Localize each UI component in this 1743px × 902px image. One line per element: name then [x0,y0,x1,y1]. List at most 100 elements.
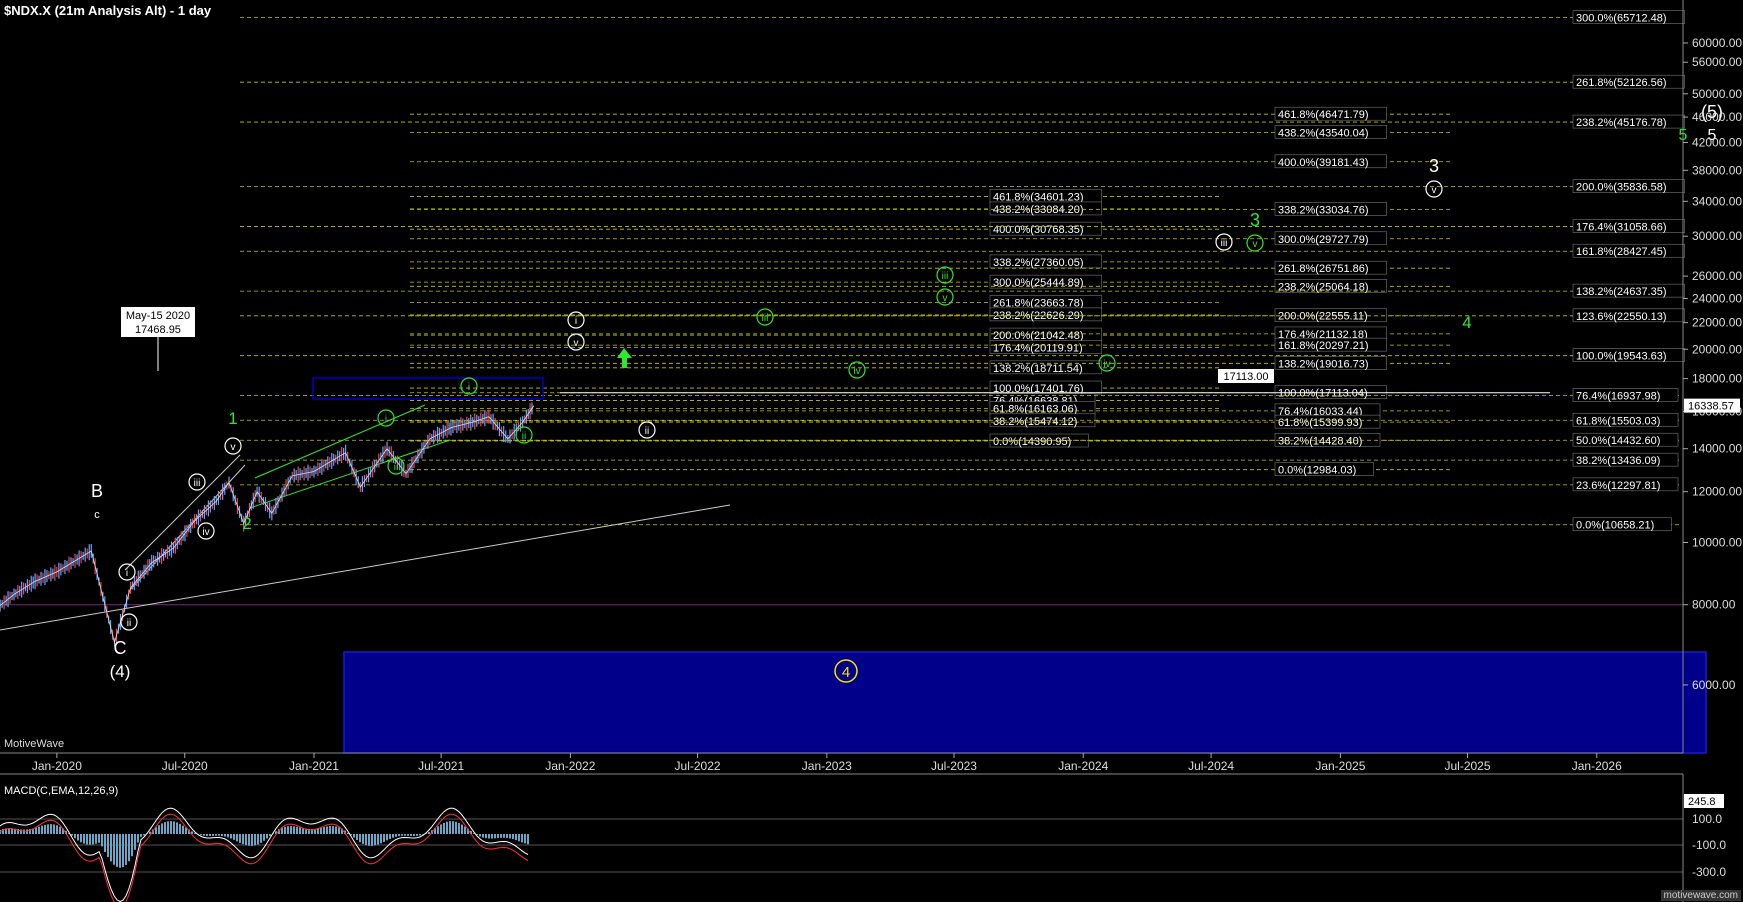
wave-label-1: 1 [228,409,237,428]
fib3-label: 0.0%(10658.21) [1576,520,1654,532]
x-tick-label: Jan-2025 [1315,759,1365,773]
wave-iv-green: iv [1103,359,1110,370]
trend-channels [0,404,731,631]
fib2-label: 38.2%(14428.40) [1278,435,1362,447]
x-tick-label: Jul-2022 [675,759,721,773]
wave-iii-2: iii [1221,238,1228,249]
fib2-label: 261.8%(26751.86) [1278,263,1369,275]
wave-label-4-paren: (4) [110,662,131,681]
watermark: motivewave.com [1660,890,1741,901]
wave-label-4-green: 4 [1462,313,1471,332]
fib3-label: 23.6%(12297.81) [1576,480,1660,492]
y-tick-label: 12000.00 [1692,485,1742,499]
wave-iii-green: iii [942,271,949,282]
x-tick-label: Jan-2022 [545,759,595,773]
fib3-label: 138.2%(24637.35) [1576,286,1667,298]
y-tick-label: 24000.00 [1692,291,1742,305]
fib3-label: 200.0%(35836.58) [1576,182,1667,194]
wave4-target-box [343,651,1707,754]
wave-ii-1: ii [127,618,131,629]
wave-i-green-2: i [468,382,470,393]
long-trendline [0,504,731,631]
macd-signal-line [0,813,529,902]
wave-ii-green: ii [522,431,526,442]
wave-i-green: i [385,414,387,425]
macd-tick-label: -100.0 [1692,838,1726,852]
date-axis[interactable]: Jan-2020 Jul-2020 Jan-2021 Jul-2021 Jan-2022… [32,753,1622,773]
y-tick-label: 38000.00 [1692,163,1742,177]
may15-label: May-15 2020 [126,310,190,322]
fib2-label: 461.8%(46471.79) [1278,109,1369,121]
wave-v-3: v [1432,185,1437,196]
fib2-label: 200.0%(22555.11) [1278,311,1368,323]
brand-label: MotiveWave [4,738,65,750]
y-tick-label: 22000.00 [1692,316,1742,330]
fib1-label: 338.2%(27360.05) [993,257,1084,269]
y-tick-label: 42000.00 [1692,135,1742,149]
y-tick-label: 20000.00 [1692,342,1742,356]
y-tick-label: 46000.00 [1692,110,1742,124]
fib3-label: 38.2%(13436.09) [1576,455,1660,467]
wave-v-green-2: v [1253,239,1258,250]
fib3-label: 100.0%(19543.63) [1576,351,1667,363]
wave-i-1: i [126,568,128,579]
fib2-label: 400.0%(39181.43) [1278,157,1369,169]
x-tick-label: Jan-2026 [1572,759,1622,773]
x-tick-label: Jan-2023 [802,759,852,773]
fib2-label: 0.0%(12984.03) [1278,465,1356,477]
wave-ii-green-2: ii [394,462,398,473]
y-tick-label: 26000.00 [1692,269,1742,283]
wave-v-green: v [943,293,948,304]
y-tick-label: 18000.00 [1692,372,1742,386]
fib1-label: 138.2%(18711.54) [993,363,1083,375]
wave-v-2: v [574,338,579,349]
wave-iv-green-2: iv [853,366,860,377]
y-tick-label: 60000.00 [1692,36,1742,50]
fib3-label: 161.8%(28427.45) [1576,246,1667,258]
macd-last-value: 245.8 [1688,796,1716,808]
y-tick-label: 10000.00 [1692,536,1742,550]
wave-iii-green-2: iii [762,313,769,324]
wave-label-3-green: 3 [1250,210,1260,230]
wave-i-2: i [575,316,577,327]
fib3-label: 238.2%(45176.78) [1576,117,1667,129]
fib1-label: 438.2%(33084.20) [993,204,1084,216]
x-tick-label: Jul-2023 [931,759,977,773]
x-tick-label: Jul-2021 [418,759,464,773]
wave-labels: BcC(4)12343(5)55viiiiviiiiviiiviiiiiviii… [91,102,1723,683]
fib1-label: 400.0%(30768.35) [993,224,1084,236]
x-tick-label: Jul-2024 [1188,759,1234,773]
price-axis[interactable]: 60000.0056000.0050000.0046000.0042000.00… [0,0,1742,754]
fib2-label: 161.8%(20297.21) [1278,340,1369,352]
chart-canvas: 461.8%(34601.23)438.2%(33084.20)400.0%(3… [0,0,1742,902]
fib1-label: 176.4%(20119.91) [993,343,1083,355]
y-tick-label: 14000.00 [1692,442,1742,456]
wave-iv-1: iv [202,527,209,538]
wave-ii-2: ii [645,426,649,437]
fib2-label: 61.8%(15399.93) [1278,417,1362,429]
y-tick-label: 8000.00 [1692,598,1736,612]
fib3-label: 300.0%(65712.48) [1576,13,1667,25]
y-tick-label: 6000.00 [1692,678,1736,692]
wave-label-3-white: 3 [1429,156,1439,176]
fib2-label: 438.2%(43540.04) [1278,127,1369,139]
wave-label-2: 2 [242,514,251,533]
y-tick-label: 30000.00 [1692,229,1742,243]
fib1-label: 300.0%(25444.89) [993,277,1084,289]
wave4-label: 4 [842,664,850,681]
x-tick-label: Jan-2020 [32,759,82,773]
x-tick-label: Jul-2025 [1444,759,1490,773]
macd-panel: 100.0 -100.0 -300.0 245.8 [0,773,1726,902]
macd-tick-label: -300.0 [1692,865,1726,879]
fib3-label: 76.4%(16937.98) [1576,391,1660,403]
fib3-label: 176.4%(31058.66) [1576,222,1667,234]
fib-levels: 461.8%(34601.23)438.2%(33084.20)400.0%(3… [240,10,1685,532]
current-price-label: 16338.57 [1688,401,1734,413]
macd-tick-label: 100.0 [1692,812,1722,826]
fib2-label: 338.2%(33034.76) [1278,204,1369,216]
fib3-label: 61.8%(15503.03) [1576,415,1660,427]
impulse-line-a [124,454,241,571]
x-tick-label: Jan-2024 [1058,759,1108,773]
y-tick-label: 34000.00 [1692,194,1742,208]
fib2-label: 238.2%(25064.18) [1278,281,1369,293]
